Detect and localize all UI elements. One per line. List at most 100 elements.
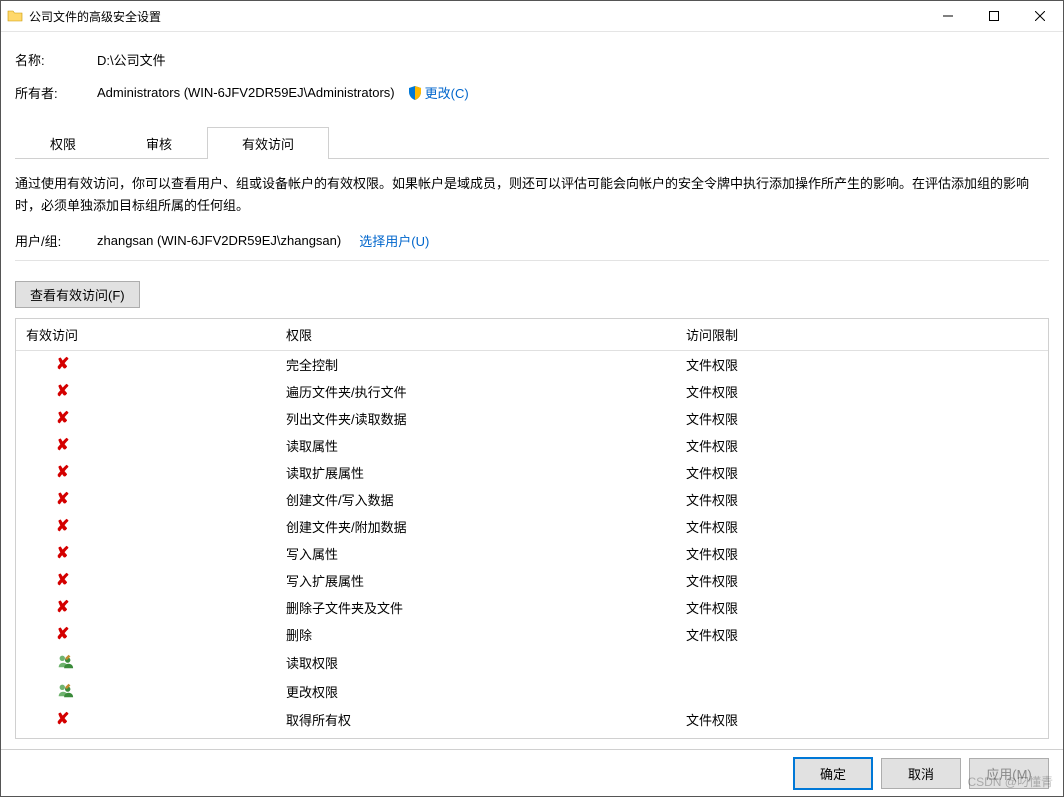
name-row: 名称: D:\公司文件 <box>15 50 1049 69</box>
deny-icon: ✘ <box>56 464 69 481</box>
cell-limit: 文件权限 <box>676 351 1048 379</box>
col-header-limit[interactable]: 访问限制 <box>676 319 1048 351</box>
table-header-row: 有效访问 权限 访问限制 <box>16 319 1048 351</box>
cell-permission: 创建文件/写入数据 <box>276 486 676 513</box>
group-icon <box>56 658 74 673</box>
content-area: 名称: D:\公司文件 所有者: Administrators (WIN-6JF… <box>1 32 1063 749</box>
deny-icon: ✘ <box>56 410 69 427</box>
table-row[interactable]: ✘ 完全控制文件权限 <box>16 351 1048 379</box>
cell-status: ✘ <box>16 405 276 432</box>
description-text: 通过使用有效访问，你可以查看用户、组或设备帐户的有效权限。如果帐户是域成员，则还… <box>15 173 1049 217</box>
cell-status <box>16 648 276 677</box>
table-row[interactable]: ✘ 读取属性文件权限 <box>16 432 1048 459</box>
cell-limit <box>676 648 1048 677</box>
cell-permission: 创建文件夹/附加数据 <box>276 513 676 540</box>
cell-permission: 完全控制 <box>276 351 676 379</box>
tab-audit[interactable]: 审核 <box>111 127 207 159</box>
cell-limit: 文件权限 <box>676 594 1048 621</box>
table-row[interactable]: ✘ 读取扩展属性文件权限 <box>16 459 1048 486</box>
group-icon <box>56 687 74 702</box>
cell-permission: 写入属性 <box>276 540 676 567</box>
deny-icon: ✘ <box>56 383 69 400</box>
cell-limit: 文件权限 <box>676 540 1048 567</box>
cell-status: ✘ <box>16 432 276 459</box>
cell-limit: 文件权限 <box>676 405 1048 432</box>
table-row[interactable]: ✘ 写入扩展属性文件权限 <box>16 567 1048 594</box>
cell-status: ✘ <box>16 486 276 513</box>
cell-limit: 文件权限 <box>676 459 1048 486</box>
deny-icon: ✘ <box>56 626 69 643</box>
cell-limit: 文件权限 <box>676 486 1048 513</box>
table-row[interactable]: 更改权限 <box>16 677 1048 706</box>
close-button[interactable] <box>1017 1 1063 31</box>
deny-icon: ✘ <box>56 599 69 616</box>
cell-permission: 删除 <box>276 621 676 648</box>
cell-limit <box>676 677 1048 706</box>
owner-row: 所有者: Administrators (WIN-6JFV2DR59EJ\Adm… <box>15 83 1049 102</box>
usergroup-row: 用户/组: zhangsan (WIN-6JFV2DR59EJ\zhangsan… <box>15 231 1049 261</box>
deny-icon: ✘ <box>56 711 69 728</box>
cell-permission: 读取属性 <box>276 432 676 459</box>
table-row[interactable]: ✘创建文件/写入数据文件权限 <box>16 486 1048 513</box>
tab-permissions[interactable]: 权限 <box>15 127 111 159</box>
cell-permission: 读取扩展属性 <box>276 459 676 486</box>
table-row[interactable]: ✘ 删除文件权限 <box>16 621 1048 648</box>
table-row[interactable]: 读取权限 <box>16 648 1048 677</box>
dialog-footer: 确定 取消 应用(M) <box>1 749 1063 796</box>
name-value: D:\公司文件 <box>97 50 166 69</box>
window-title: 公司文件的高级安全设置 <box>29 8 161 25</box>
cell-status: ✘ <box>16 540 276 567</box>
cell-status <box>16 677 276 706</box>
deny-icon: ✘ <box>56 545 69 562</box>
cell-status: ✘ <box>16 351 276 379</box>
select-user-link[interactable]: 选择用户(U) <box>359 231 429 250</box>
tab-effective-access[interactable]: 有效访问 <box>207 127 329 159</box>
col-header-permission[interactable]: 权限 <box>276 319 676 351</box>
view-effective-access-button[interactable]: 查看有效访问(F) <box>15 281 140 308</box>
usergroup-label: 用户/组: <box>15 231 97 250</box>
cell-status: ✘ <box>16 706 276 733</box>
cancel-button[interactable]: 取消 <box>881 758 961 789</box>
cell-limit: 文件权限 <box>676 621 1048 648</box>
folder-icon <box>7 8 23 24</box>
cell-limit: 文件权限 <box>676 378 1048 405</box>
owner-value: Administrators (WIN-6JFV2DR59EJ\Administ… <box>97 85 395 100</box>
cell-limit: 文件权限 <box>676 432 1048 459</box>
cell-permission: 删除子文件夹及文件 <box>276 594 676 621</box>
window: 公司文件的高级安全设置 名称: D:\公司文件 所有者: Administrat… <box>0 0 1064 797</box>
deny-icon: ✘ <box>56 437 69 454</box>
cell-permission: 遍历文件夹/执行文件 <box>276 378 676 405</box>
cell-permission: 列出文件夹/读取数据 <box>276 405 676 432</box>
effective-access-table: 有效访问 权限 访问限制 ✘完全控制文件权限✘遍历文件夹/执行文件文件权限✘列出… <box>15 318 1049 739</box>
cell-limit: 文件权限 <box>676 706 1048 733</box>
deny-icon: ✘ <box>56 356 69 373</box>
col-header-status[interactable]: 有效访问 <box>16 319 276 351</box>
change-owner-link[interactable]: 更改(C) <box>425 83 469 102</box>
cell-status: ✘ <box>16 621 276 648</box>
cell-limit: 文件权限 <box>676 567 1048 594</box>
apply-button[interactable]: 应用(M) <box>969 758 1049 789</box>
table-row[interactable]: ✘ 写入属性文件权限 <box>16 540 1048 567</box>
table-row[interactable]: ✘ 遍历文件夹/执行文件文件权限 <box>16 378 1048 405</box>
cell-permission: 读取权限 <box>276 648 676 677</box>
cell-status: ✘ <box>16 513 276 540</box>
owner-label: 所有者: <box>15 83 97 102</box>
usergroup-value: zhangsan (WIN-6JFV2DR59EJ\zhangsan) <box>97 233 341 248</box>
deny-icon: ✘ <box>56 572 69 589</box>
table-row[interactable]: ✘ 列出文件夹/读取数据文件权限 <box>16 405 1048 432</box>
deny-icon: ✘ <box>56 518 69 535</box>
maximize-button[interactable] <box>971 1 1017 31</box>
titlebar: 公司文件的高级安全设置 <box>1 1 1063 32</box>
cell-status: ✘ <box>16 594 276 621</box>
ok-button[interactable]: 确定 <box>793 757 873 790</box>
table-row[interactable]: ✘ 取得所有权文件权限 <box>16 706 1048 733</box>
tab-bar: 权限 审核 有效访问 <box>15 126 1049 159</box>
cell-permission: 写入扩展属性 <box>276 567 676 594</box>
cell-status: ✘ <box>16 459 276 486</box>
cell-permission: 取得所有权 <box>276 706 676 733</box>
table-row[interactable]: ✘ 删除子文件夹及文件文件权限 <box>16 594 1048 621</box>
table-row[interactable]: ✘创建文件夹/附加数据文件权限 <box>16 513 1048 540</box>
name-label: 名称: <box>15 50 97 69</box>
minimize-button[interactable] <box>925 1 971 31</box>
shield-icon <box>407 84 425 101</box>
